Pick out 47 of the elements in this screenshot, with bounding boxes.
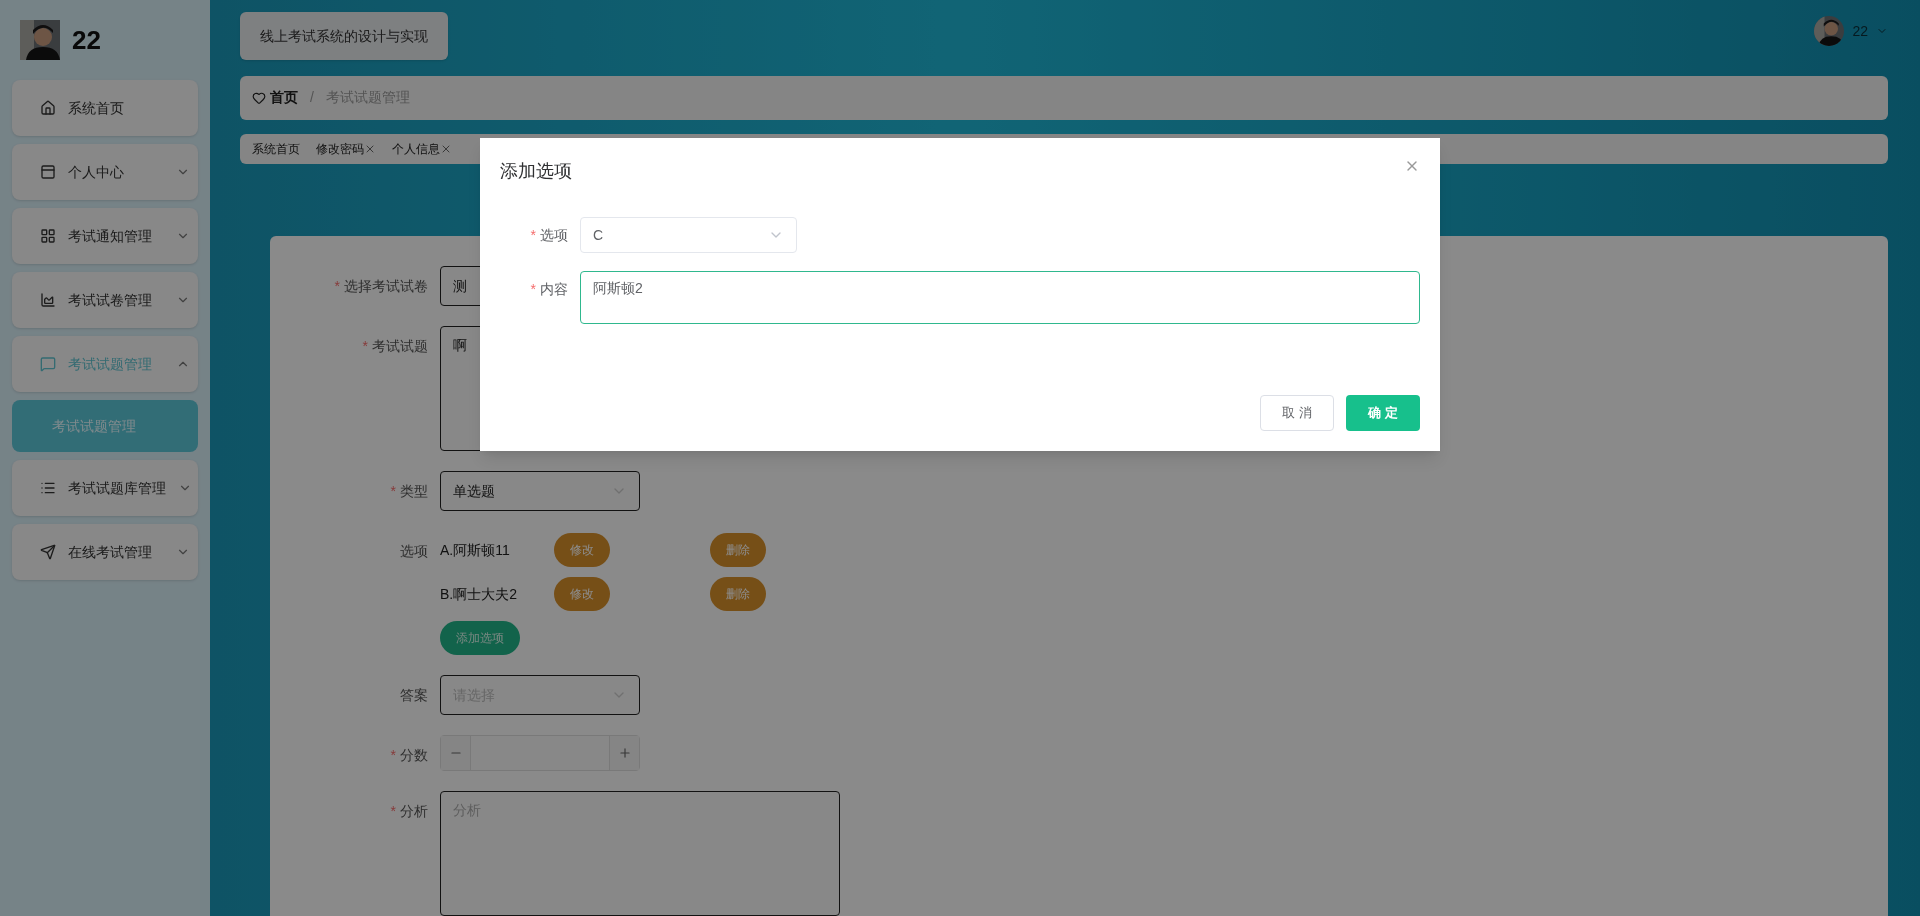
chart-icon <box>40 292 56 308</box>
cancel-button[interactable]: 取 消 <box>1260 395 1334 431</box>
paper-plane-icon <box>40 544 56 560</box>
list-icon <box>40 480 56 496</box>
number-input[interactable] <box>440 735 640 771</box>
content-textarea[interactable]: 阿斯顿2 <box>580 271 1420 324</box>
comment-icon <box>40 356 56 372</box>
system-title: 线上考试系统的设计与实现 <box>240 12 448 60</box>
grid-icon <box>40 228 56 244</box>
field-label: 考试试题 <box>372 338 428 354</box>
field-label: 类型 <box>400 483 428 499</box>
sidebar-item[interactable]: 考试试卷管理 <box>12 272 198 328</box>
increase-button[interactable] <box>609 736 639 770</box>
option-text: A.阿斯顿11 <box>440 540 511 560</box>
breadcrumb-separator: / <box>310 88 314 108</box>
sidebar-item[interactable]: 个人中心 <box>12 144 198 200</box>
breadcrumb-link[interactable]: 首页 <box>252 87 298 109</box>
window-icon <box>40 164 56 180</box>
dialog-title: 添加选项 <box>500 160 572 183</box>
select-field[interactable]: 单选题 <box>440 471 640 511</box>
heart-icon <box>252 90 266 105</box>
field-label: 选择考试试卷 <box>344 278 428 294</box>
user-name: 22 <box>72 23 101 57</box>
sidebar-item[interactable]: 考试试题库管理 <box>12 460 198 516</box>
option-text: B.啊士大夫2 <box>440 584 518 604</box>
field-label: 选项 <box>540 227 568 243</box>
field-label: 分数 <box>400 747 428 763</box>
field-label: 答案 <box>400 687 428 703</box>
required-mark: * <box>530 281 536 297</box>
required-mark: * <box>530 227 536 243</box>
required-mark: * <box>390 483 396 499</box>
required-mark: * <box>390 747 396 763</box>
sidebar-item[interactable]: 系统首页 <box>12 80 198 136</box>
field-label: 选项 <box>400 543 428 559</box>
required-mark: * <box>334 278 340 294</box>
option-select[interactable]: C <box>580 217 797 253</box>
tag[interactable]: 个人信息 <box>392 139 452 158</box>
sidebar-item[interactable]: 考试通知管理 <box>12 208 198 264</box>
tag[interactable]: 系统首页 <box>252 139 300 158</box>
sidebar-item[interactable]: 在线考试管理 <box>12 524 198 580</box>
home-icon <box>40 100 56 116</box>
tag[interactable]: 修改密码 <box>316 139 376 158</box>
required-mark: * <box>390 803 396 819</box>
required-mark: * <box>362 338 368 354</box>
field-label: 分析 <box>400 803 428 819</box>
field-label: 内容 <box>540 281 568 297</box>
plus-icon <box>617 746 632 760</box>
